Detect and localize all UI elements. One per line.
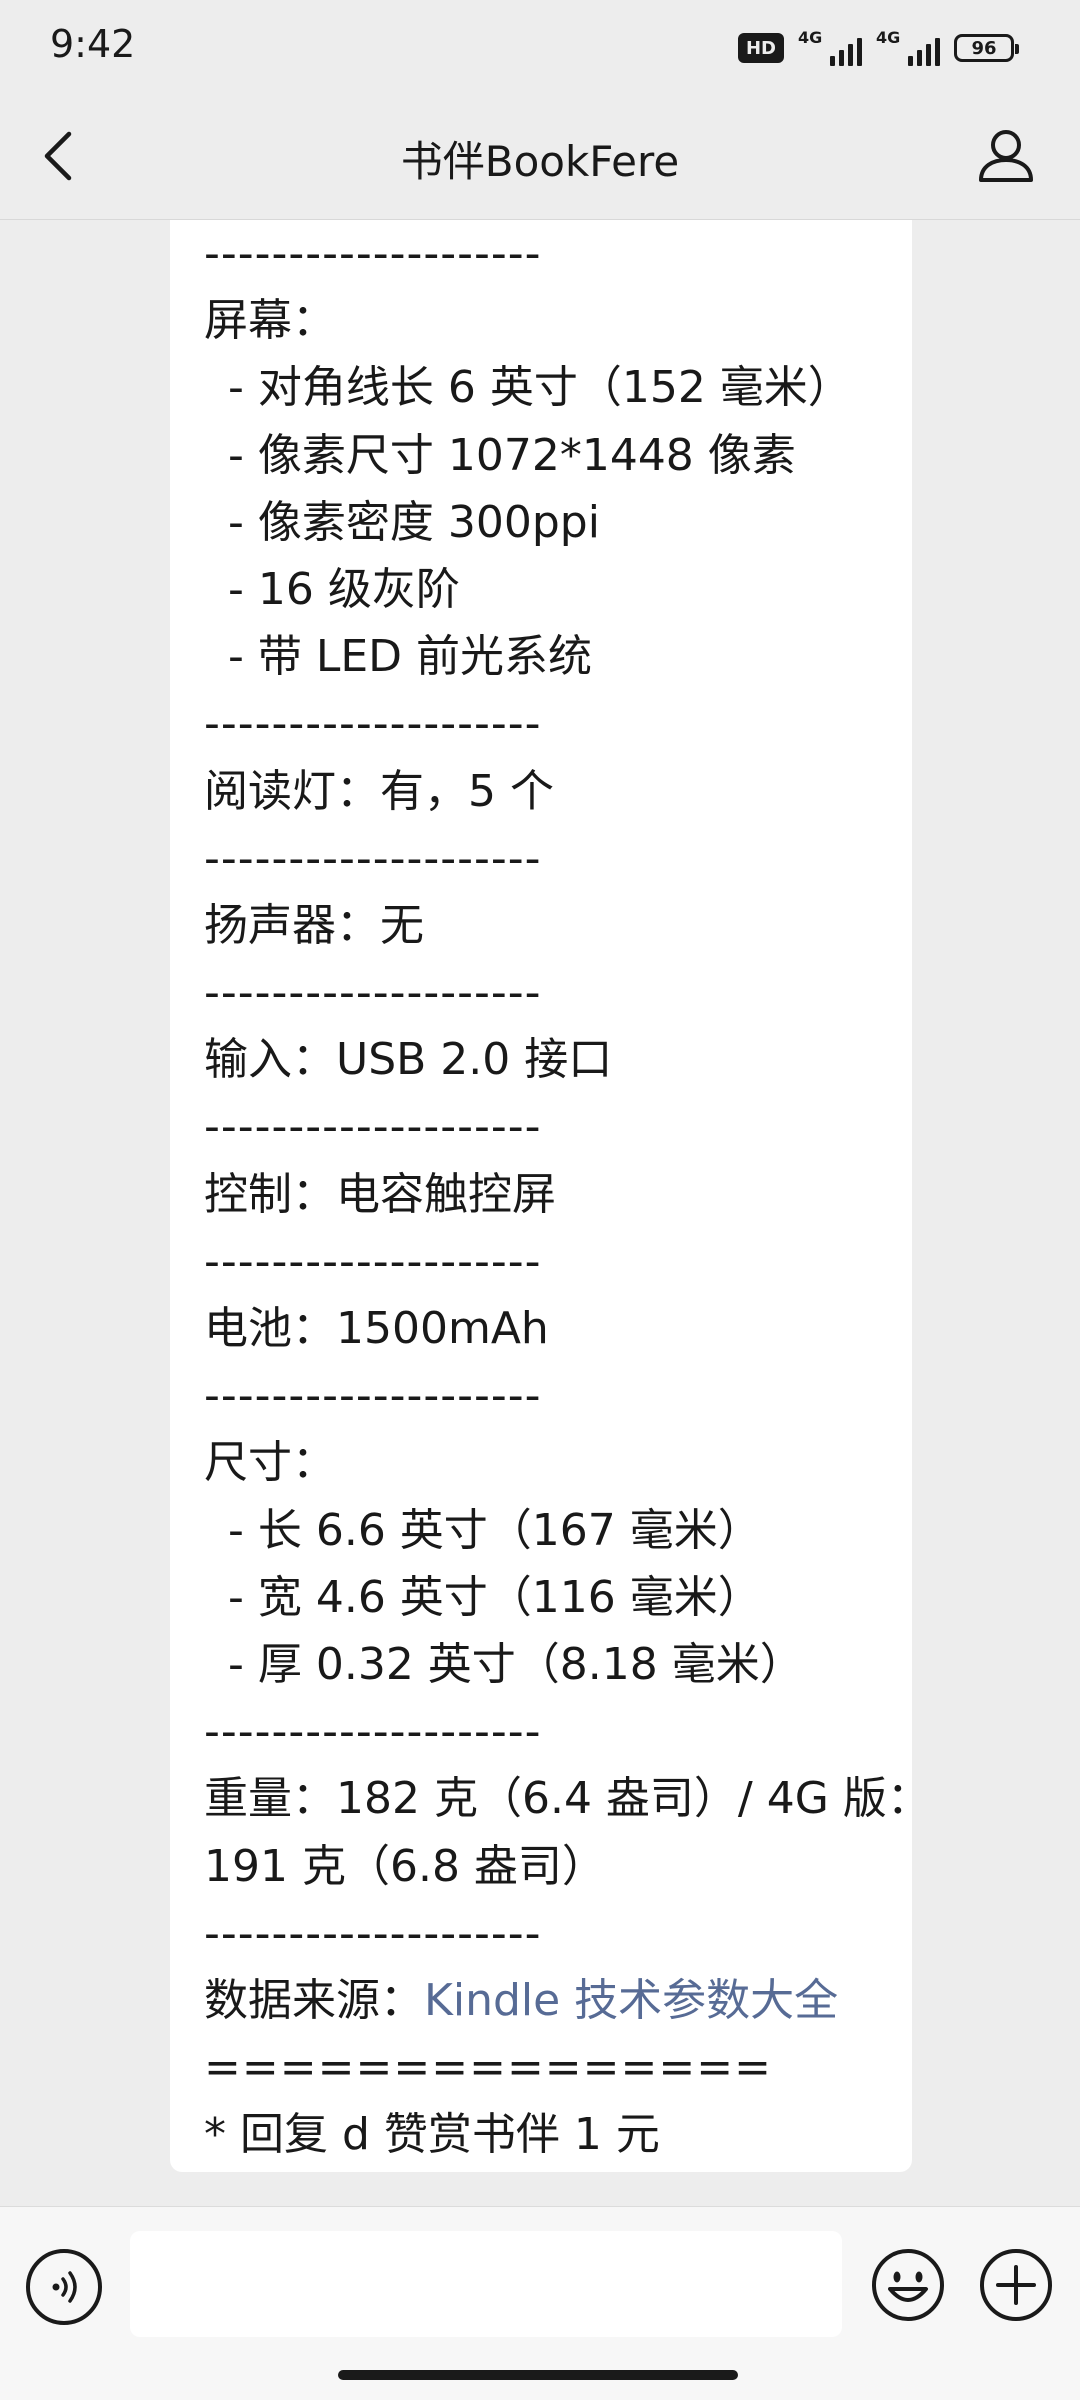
message-line: 重量：182 克（6.4 盎司）/ 4G 版： (204, 1773, 912, 1825)
message-line: 尺寸： (204, 1437, 336, 1489)
message-text: -------------------- 屏幕： - 对角线长 6 英寸（152 毫… (204, 220, 912, 1967)
message-line: - 长 6.6 英寸（167 毫米） (228, 1504, 762, 1556)
separator-line: -------------------- (204, 1235, 542, 1287)
double-separator: =============== (204, 2042, 773, 2094)
message-line: - 16 级灰阶 (228, 563, 460, 615)
separator-line: -------------------- (204, 1370, 542, 1422)
status-icons: HD 4G 4G 96 (738, 28, 1019, 68)
message-line: - 宽 4.6 英寸（116 毫米） (228, 1571, 762, 1623)
message-line: 控制：电容触控屏 (204, 1168, 556, 1220)
plus-icon (980, 2249, 1052, 2321)
message-line: 191 克（6.8 盎司） (204, 1840, 606, 1892)
person-icon (979, 130, 1033, 182)
message-line: 扬声器：无 (204, 899, 424, 951)
emoji-icon (872, 2249, 944, 2321)
home-indicator[interactable] (338, 2370, 738, 2380)
page-title: 书伴BookFere (400, 137, 680, 186)
message-line: 阅读灯：有，5 个 (204, 765, 554, 817)
message-line: 屏幕： (204, 295, 336, 347)
separator-line: -------------------- (204, 832, 542, 884)
chat-header: 书伴BookFere (0, 92, 1080, 220)
battery-level: 96 (971, 37, 997, 59)
profile-button[interactable] (972, 122, 1040, 190)
message-line: - 对角线长 6 英寸（152 毫米） (228, 362, 852, 414)
message-input[interactable] (130, 2231, 842, 2337)
status-bar: 9:42 HD 4G 4G 96 (0, 0, 1080, 92)
separator-line: -------------------- (204, 228, 542, 279)
battery-icon: 96 (954, 34, 1019, 62)
voice-icon (52, 2271, 77, 2303)
network-type-label-2: 4G (876, 28, 901, 47)
message-line: 输入：USB 2.0 接口 (204, 1034, 613, 1086)
hd-icon: HD (738, 33, 784, 63)
source-line: 数据来源：Kindle 技术参数大全 (204, 1967, 878, 2034)
reply-hint: * 回复 d 赞赏书伴 1 元 (204, 2109, 660, 2161)
message-line: - 像素尺寸 1072*1448 像素 (228, 429, 796, 481)
add-button[interactable] (978, 2247, 1054, 2323)
message-line: - 厚 0.32 英寸（8.18 毫米） (228, 1638, 804, 1690)
signal-icon: 4G (798, 28, 862, 68)
separator-line: -------------------- (204, 698, 542, 750)
separator-line: -------------------- (204, 1706, 542, 1758)
message-line: - 像素密度 300ppi (228, 496, 600, 548)
separator-line: -------------------- (204, 967, 542, 1019)
message-bubble[interactable]: -------------------- 屏幕： - 对角线长 6 英寸（152 毫… (170, 220, 912, 2172)
emoji-button[interactable] (870, 2247, 946, 2323)
message-line: - 带 LED 前光系统 (228, 631, 593, 683)
network-type-label: 4G (798, 28, 823, 47)
separator-line: -------------------- (204, 1101, 542, 1153)
source-label: 数据来源： (204, 1974, 424, 2026)
separator-line: -------------------- (204, 1907, 542, 1959)
message-line: 电池：1500mAh (204, 1303, 549, 1354)
signal-icon-2: 4G (876, 28, 940, 68)
status-time: 9:42 (50, 22, 136, 66)
voice-button[interactable] (26, 2249, 102, 2325)
source-link[interactable]: Kindle 技术参数大全 (424, 1975, 838, 2026)
